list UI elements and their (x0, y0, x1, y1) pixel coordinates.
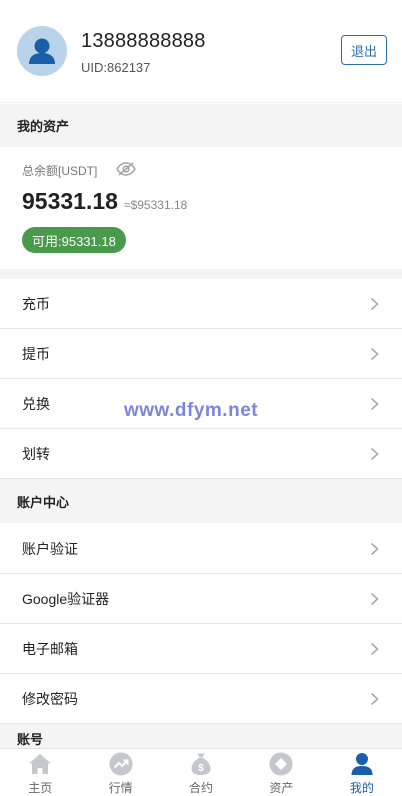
menu-item-label: 提币 (22, 345, 50, 362)
tab-assets[interactable]: 资产 (241, 749, 321, 796)
my-assets-title: 我的资产 (17, 119, 70, 134)
user-icon (351, 753, 373, 775)
chevron-right-icon (370, 447, 379, 461)
tab-label: 合约 (189, 781, 214, 795)
watermark: www.dfym.net (124, 400, 259, 421)
bottom-tab-bar: 主页 行情 $ 合约 资产 我的 (0, 748, 402, 796)
tab-label: 我的 (349, 781, 374, 795)
tab-label: 资产 (269, 781, 294, 795)
phone-number: 13888888888 (81, 30, 206, 52)
eye-hidden-icon[interactable] (116, 161, 136, 177)
asset-card: 总余额[USDT] 95331.18 ≈$95331.18 可用:95331.1… (0, 147, 402, 269)
money-bag-icon: $ (191, 753, 211, 775)
chevron-right-icon (370, 297, 379, 311)
divider (0, 269, 402, 279)
user-id: UID:862137 (81, 60, 151, 75)
my-assets-header: 我的资产 (0, 104, 402, 147)
menu-item-label: Google验证器 (22, 590, 110, 607)
chevron-right-icon (370, 397, 379, 411)
menu-item-label: 兑换 (22, 395, 50, 412)
menu-item-label: 充币 (22, 295, 50, 312)
menu-item-account-verification[interactable]: 账户验证 (0, 524, 402, 574)
tab-label: 主页 (28, 781, 53, 795)
diamond-icon (269, 752, 293, 776)
tab-contract[interactable]: $ 合约 (161, 749, 241, 796)
chevron-right-icon (370, 692, 379, 706)
menu-item-email[interactable]: 电子邮箱 (0, 624, 402, 674)
avatar[interactable] (17, 26, 67, 76)
user-avatar-icon (29, 38, 55, 64)
profile-header: 13888888888 UID:862137 退出 (0, 0, 402, 103)
balance-amount: 95331.18 (22, 188, 118, 214)
tab-market[interactable]: 行情 (80, 749, 160, 796)
menu-item-label: 电子邮箱 (22, 640, 78, 657)
menu-item-change-password[interactable]: 修改密码 (0, 674, 402, 724)
svg-text:$: $ (198, 763, 204, 774)
menu-item-label: 修改密码 (22, 690, 78, 707)
menu-item-withdraw[interactable]: 提币 (0, 329, 402, 379)
tab-home[interactable]: 主页 (0, 749, 80, 796)
available-balance-badge: 可用:95331.18 (22, 227, 126, 253)
balance-usd-value: ≈$95331.18 (124, 198, 188, 212)
menu-item-deposit[interactable]: 充币 (0, 279, 402, 329)
account-header: 账号 (0, 724, 402, 748)
tab-label: 行情 (108, 781, 133, 795)
home-icon (29, 754, 52, 774)
logout-button[interactable]: 退出 (341, 35, 387, 65)
chevron-right-icon (370, 347, 379, 361)
chevron-right-icon (370, 642, 379, 656)
menu-item-label: 账户验证 (22, 540, 78, 557)
menu-item-label: 划转 (22, 445, 50, 462)
chevron-right-icon (370, 592, 379, 606)
account-title: 账号 (17, 732, 44, 747)
tab-mine[interactable]: 我的 (322, 749, 402, 796)
menu-item-transfer[interactable]: 划转 (0, 429, 402, 479)
trend-icon (109, 752, 133, 776)
account-center-header: 账户中心 (0, 479, 402, 523)
account-center-title: 账户中心 (17, 494, 70, 510)
chevron-right-icon (370, 542, 379, 556)
menu-item-google-authenticator[interactable]: Google验证器 (0, 574, 402, 624)
total-balance-label: 总余额[USDT] (22, 164, 98, 178)
